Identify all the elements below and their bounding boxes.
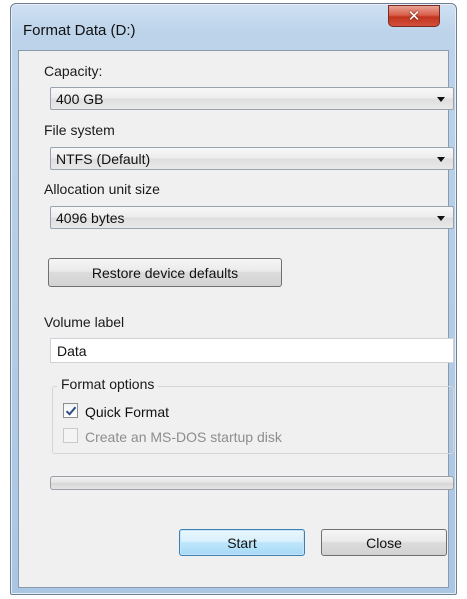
dialog-client-area: Capacity: 400 GB File system NTFS (Defau… (18, 50, 454, 588)
close-window-button[interactable]: ✕ (388, 5, 440, 27)
format-dialog-window: Format Data (D:) ✕ Capacity: 400 GB File… (10, 3, 457, 595)
format-progress-bar (50, 476, 454, 490)
volume-label-input[interactable]: Data (50, 338, 454, 363)
close-icon: ✕ (407, 6, 421, 25)
ms-dos-startup-label: Create an MS-DOS startup disk (85, 429, 282, 445)
file-system-label: File system (44, 122, 115, 138)
chevron-down-icon (437, 216, 445, 221)
close-button[interactable]: Close (321, 529, 447, 556)
capacity-dropdown[interactable]: 400 GB (50, 87, 454, 110)
window-title: Format Data (D:) (23, 22, 136, 39)
chevron-down-icon (437, 157, 445, 162)
title-bar[interactable]: Format Data (D:) ✕ (11, 4, 456, 50)
quick-format-checkbox[interactable] (63, 403, 78, 418)
file-system-value: NTFS (Default) (56, 151, 151, 167)
file-system-dropdown[interactable]: NTFS (Default) (50, 147, 454, 170)
allocation-unit-value: 4096 bytes (56, 210, 125, 226)
checkmark-icon (65, 406, 77, 416)
volume-label-label: Volume label (44, 314, 125, 330)
chevron-down-icon (437, 97, 445, 102)
allocation-unit-label: Allocation unit size (44, 181, 160, 197)
quick-format-label[interactable]: Quick Format (85, 404, 169, 420)
restore-device-defaults-button[interactable]: Restore device defaults (48, 258, 282, 287)
start-button[interactable]: Start (179, 529, 305, 556)
format-options-title: Format options (57, 376, 159, 392)
ms-dos-startup-checkbox (63, 428, 78, 443)
capacity-value: 400 GB (56, 91, 104, 107)
allocation-unit-dropdown[interactable]: 4096 bytes (50, 206, 454, 229)
capacity-label: Capacity: (44, 63, 103, 79)
